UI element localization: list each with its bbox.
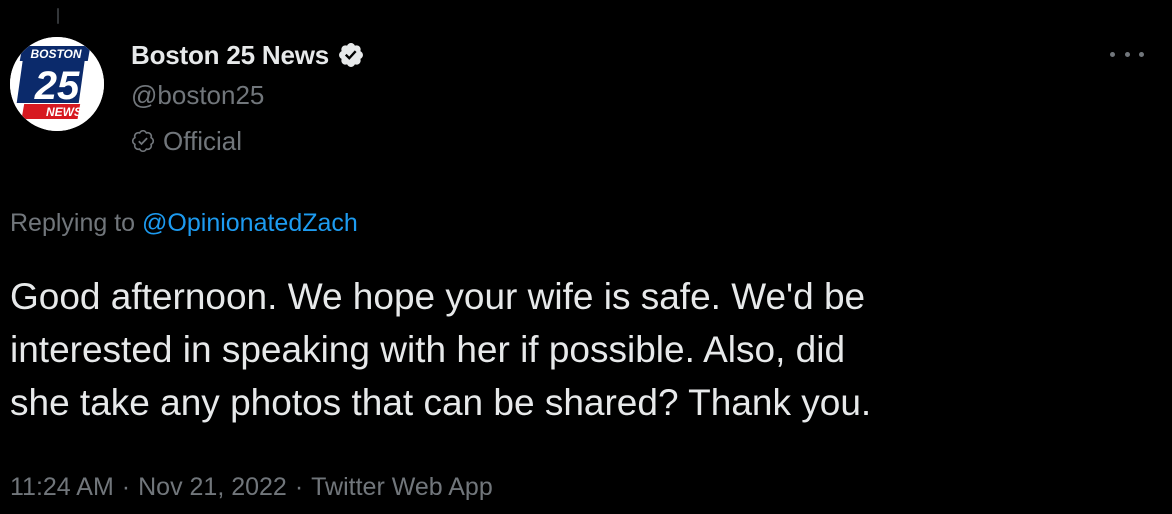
official-label: Official [131, 124, 365, 158]
logo-top-text: BOSTON [30, 47, 81, 61]
meta-separator: · [294, 473, 304, 501]
tweet-text: Good afternoon. We hope your wife is saf… [10, 270, 1150, 429]
logo-bottom-text: NEWS [46, 105, 82, 119]
official-label-text: Official [163, 125, 242, 156]
tweet-source[interactable]: Twitter Web App [311, 473, 493, 501]
tweet-text-line: she take any photos that can be shared? … [10, 382, 872, 423]
more-options-icon[interactable] [1110, 42, 1144, 66]
verified-badge-icon[interactable] [337, 41, 365, 69]
tweet-text-line: Good afternoon. We hope your wife is saf… [10, 276, 866, 317]
tweet-metadata: 11:24 AM · Nov 21, 2022 · Twitter Web App [10, 469, 493, 505]
avatar[interactable]: BOSTON 25 NEWS [10, 37, 104, 131]
logo-number: 25 [34, 64, 80, 108]
mention-link[interactable]: @OpinionatedZach [142, 209, 358, 237]
more-dot [1124, 51, 1130, 57]
meta-separator: · [121, 473, 131, 501]
tweet-time[interactable]: 11:24 AM [10, 473, 114, 501]
replying-to-prefix: Replying to [10, 209, 136, 237]
tweet-text-line: interested in speaking with her if possi… [10, 329, 846, 370]
replying-to: Replying to @OpinionatedZach [10, 206, 358, 240]
thread-connector-line [57, 8, 59, 24]
official-label-icon [131, 129, 155, 153]
name-row: Boston 25 News [131, 36, 365, 74]
user-handle[interactable]: @boston25 [131, 78, 365, 112]
boston25-logo: BOSTON 25 NEWS [10, 37, 104, 131]
tweet-date[interactable]: Nov 21, 2022 [138, 473, 287, 501]
author-block: Boston 25 News @boston25 Official [131, 36, 365, 158]
more-dot [1139, 51, 1144, 57]
more-dot [1110, 51, 1115, 57]
display-name[interactable]: Boston 25 News [131, 40, 329, 71]
